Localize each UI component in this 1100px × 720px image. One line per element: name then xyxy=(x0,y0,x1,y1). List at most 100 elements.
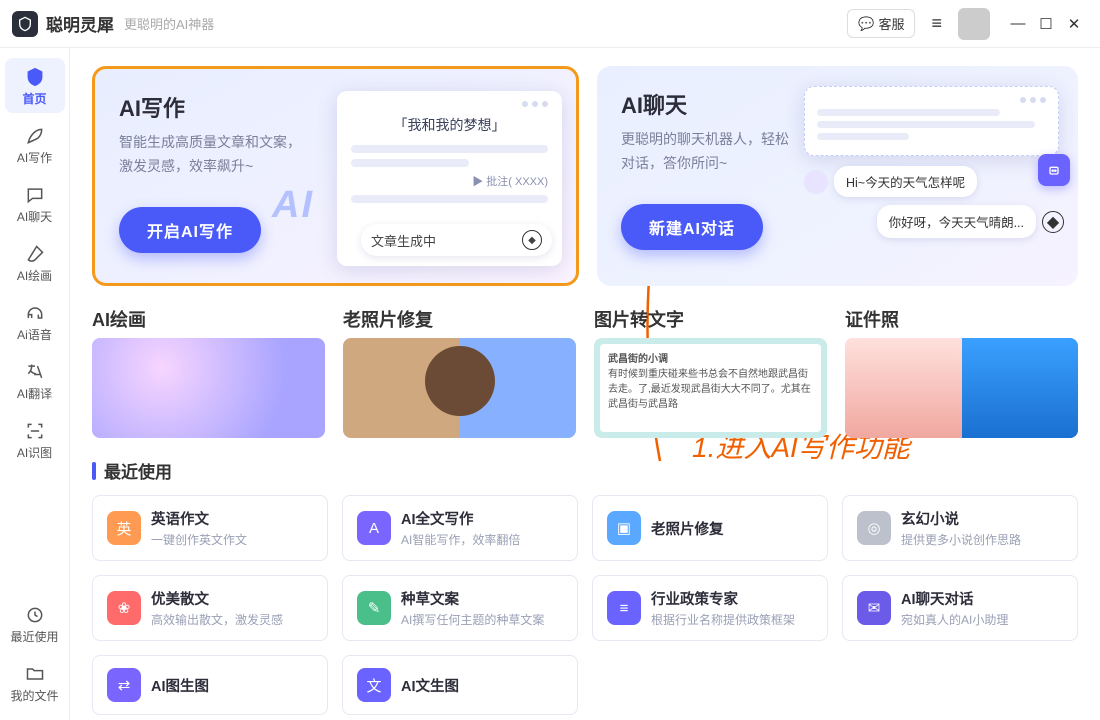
tool-title: AI图生图 xyxy=(151,675,209,696)
recent-tool-8[interactable]: ⇄ AI图生图 xyxy=(92,655,328,715)
feature-card-idphoto[interactable]: 证件照 xyxy=(845,306,1078,438)
sidebar-item-vision[interactable]: AI识图 xyxy=(5,412,65,467)
section-title-recent: 最近使用 xyxy=(92,458,1078,483)
recent-tool-4[interactable]: ❀ 优美散文高效输出散文，激发灵感 xyxy=(92,575,328,641)
desc-line: 对话，答你所问~ xyxy=(621,155,727,171)
feature-thumb xyxy=(845,338,1078,438)
app-subtitle: 更聪明的AI神器 xyxy=(124,14,214,33)
sidebar-item-label: Ai语音 xyxy=(5,326,65,343)
preview-title: 「我和我的梦想」 xyxy=(351,115,548,135)
new-chat-button[interactable]: 新建AI对话 xyxy=(621,204,763,250)
sidebar-item-paint[interactable]: AI绘画 xyxy=(5,235,65,290)
chat-icon: 💬 xyxy=(858,16,874,32)
user-avatar[interactable] xyxy=(958,8,990,40)
feature-card-ocr[interactable]: 图片转文字 武昌街的小调 有时候到重庆碰来些书总会不自然地跟武昌街去走。了,最近… xyxy=(594,306,827,438)
recent-tool-6[interactable]: ≡ 行业政策专家根据行业名称提供政策框架 xyxy=(592,575,828,641)
feature-title: 图片转文字 xyxy=(594,306,827,332)
title-bar: 聪明灵犀 更聪明的AI神器 💬 客服 ≡ — ☐ ✕ xyxy=(0,0,1100,48)
hero-card-writing[interactable]: AI写作 智能生成高质量文章和文案， 激发灵感，效率飙升~ 开启AI写作 AI … xyxy=(92,66,579,286)
tool-desc: AI智能写作，效率翻倍 xyxy=(401,531,520,548)
feature-row: AI绘画 老照片修复 图片转文字 武昌街的小调 有时候到重庆碰来些书总会不自然地… xyxy=(92,306,1078,438)
preview-meta: ▶ 批注( XXXX) xyxy=(351,173,548,189)
customer-service-button[interactable]: 💬 客服 xyxy=(847,9,915,38)
app-logo xyxy=(12,11,38,37)
tool-icon: ▣ xyxy=(607,511,641,545)
tool-text: 行业政策专家根据行业名称提供政策框架 xyxy=(651,588,795,628)
sidebar-item-home[interactable]: 首页 xyxy=(5,58,65,113)
desc-line: 智能生成高质量文章和文案， xyxy=(119,134,301,150)
sidebar: 首页 AI写作 AI聊天 AI绘画 Ai语音 AI翻译 AI识图 最 xyxy=(0,48,70,720)
sidebar-item-label: AI绘画 xyxy=(5,267,65,284)
tool-icon: ✎ xyxy=(357,591,391,625)
tool-text: 英语作文一键创作英文作文 xyxy=(151,508,247,548)
sidebar-item-write[interactable]: AI写作 xyxy=(5,117,65,172)
tool-title: AI聊天对话 xyxy=(901,588,1008,609)
tool-text: 优美散文高效输出散文，激发灵感 xyxy=(151,588,283,628)
translate-icon xyxy=(5,361,65,383)
chat-bot-icon xyxy=(1038,154,1070,186)
tool-icon: ✉ xyxy=(857,591,891,625)
sidebar-item-label: 我的文件 xyxy=(5,687,65,704)
sidebar-item-label: AI写作 xyxy=(5,149,65,166)
hero-writing-desc: 智能生成高质量文章和文案， 激发灵感，效率飙升~ xyxy=(119,131,319,179)
sidebar-item-label: AI聊天 xyxy=(5,208,65,225)
preview-footer: 文章生成中 ◆ xyxy=(361,224,552,256)
recent-tool-0[interactable]: 英英语作文一键创作英文作文 xyxy=(92,495,328,561)
feature-title: 老照片修复 xyxy=(343,306,576,332)
home-icon xyxy=(5,66,65,88)
chat-message-user: Hi~今天的天气怎样呢 xyxy=(804,166,1064,197)
hero-card-chat[interactable]: AI聊天 更聪明的聊天机器人，轻松 对话，答你所问~ 新建AI对话 Hi~今天的… xyxy=(597,66,1078,286)
main-content: 1.进入AI写作功能 AI写作 智能生成高质量文章和文案， 激发灵感，效率飙升~… xyxy=(70,48,1100,720)
desc-line: 更聪明的聊天机器人，轻松 xyxy=(621,131,789,147)
minimize-button[interactable]: — xyxy=(1004,15,1032,32)
start-writing-button[interactable]: 开启AI写作 xyxy=(119,207,261,253)
sidebar-item-label: AI识图 xyxy=(5,444,65,461)
customer-service-label: 客服 xyxy=(878,14,904,33)
chat-bubble: 你好呀，今天天气晴朗... xyxy=(877,205,1036,238)
sidebar-item-recent[interactable]: 最近使用 xyxy=(5,596,65,651)
preview-footer-text: 文章生成中 xyxy=(371,231,436,250)
tool-icon: ≡ xyxy=(607,591,641,625)
recent-tool-7[interactable]: ✉AI聊天对话宛如真人的AI小助理 xyxy=(842,575,1078,641)
user-avatar-small xyxy=(804,170,828,194)
tool-text: AI文生图 xyxy=(401,675,459,696)
feature-thumb: 武昌街的小调 有时候到重庆碰来些书总会不自然地跟武昌街去走。了,最近发现武昌街大… xyxy=(594,338,827,438)
writing-preview: AI 「我和我的梦想」 ▶ 批注( XXXX) 文章生成中 ◆ xyxy=(332,91,562,271)
feature-thumb xyxy=(343,338,576,438)
tool-text: 玄幻小说提供更多小说创作思路 xyxy=(901,508,1021,548)
feature-card-paint[interactable]: AI绘画 xyxy=(92,306,325,438)
desc-line: 激发灵感，效率飙升~ xyxy=(119,158,253,174)
recent-tool-1[interactable]: AAI全文写作AI智能写作，效率翻倍 xyxy=(342,495,578,561)
recent-tool-2[interactable]: ▣老照片修复 xyxy=(592,495,828,561)
ocr-document-preview: 武昌街的小调 有时候到重庆碰来些书总会不自然地跟武昌街去走。了,最近发现武昌街大… xyxy=(600,344,821,432)
tool-desc: 根据行业名称提供政策框架 xyxy=(651,611,795,628)
sidebar-item-chat[interactable]: AI聊天 xyxy=(5,176,65,231)
chat-message-bot: 你好呀，今天天气晴朗... ◆ xyxy=(804,205,1064,238)
feature-title: 证件照 xyxy=(845,306,1078,332)
hero-chat-desc: 更聪明的聊天机器人，轻松 对话，答你所问~ xyxy=(621,128,821,176)
sidebar-item-files[interactable]: 我的文件 xyxy=(5,655,65,710)
scan-icon xyxy=(5,420,65,442)
ocr-doc-title: 武昌街的小调 xyxy=(608,354,668,365)
tool-text: 种草文案AI撰写任何主题的种草文案 xyxy=(401,588,544,628)
tool-icon: ⇄ xyxy=(107,668,141,702)
menu-button[interactable]: ≡ xyxy=(925,9,948,38)
logo-mini-icon: ◆ xyxy=(522,230,542,250)
feature-card-photo[interactable]: 老照片修复 xyxy=(343,306,576,438)
tool-icon: 文 xyxy=(357,668,391,702)
ocr-doc-body: 有时候到重庆碰来些书总会不自然地跟武昌街去走。了,最近发现武昌街大大不同了。尤其… xyxy=(608,369,811,410)
tool-title: AI文生图 xyxy=(401,675,459,696)
close-button[interactable]: ✕ xyxy=(1060,15,1088,33)
maximize-button[interactable]: ☐ xyxy=(1032,15,1060,33)
feature-thumb xyxy=(92,338,325,438)
recent-tool-5[interactable]: ✎ 种草文案AI撰写任何主题的种草文案 xyxy=(342,575,578,641)
recent-tool-3[interactable]: ◎玄幻小说提供更多小说创作思路 xyxy=(842,495,1078,561)
recent-tool-9[interactable]: 文 AI文生图 xyxy=(342,655,578,715)
sidebar-item-voice[interactable]: Ai语音 xyxy=(5,294,65,349)
sidebar-item-translate[interactable]: AI翻译 xyxy=(5,353,65,408)
tool-icon: ❀ xyxy=(107,591,141,625)
tool-icon: 英 xyxy=(107,511,141,545)
app-name: 聪明灵犀 xyxy=(46,11,114,36)
brush-icon xyxy=(5,243,65,265)
sidebar-item-label: AI翻译 xyxy=(5,385,65,402)
